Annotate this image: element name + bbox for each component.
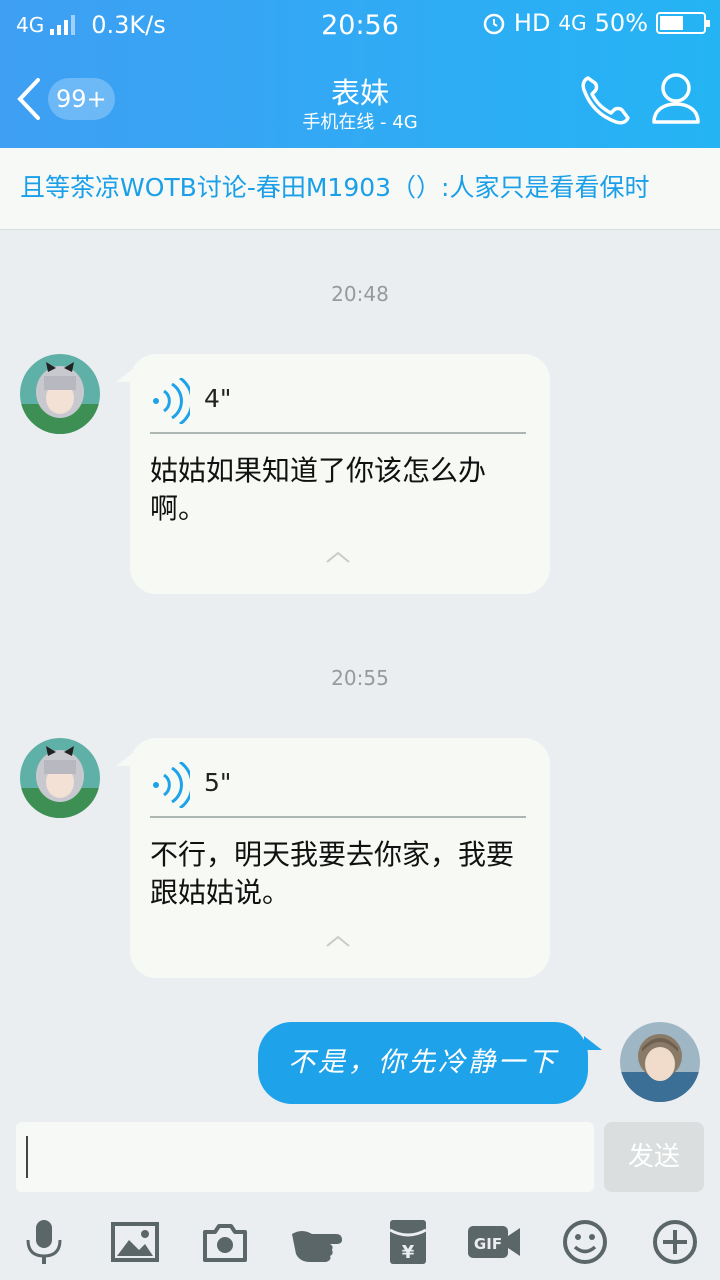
voice-duration: 5": [204, 768, 232, 797]
phone-icon[interactable]: [578, 72, 632, 126]
bubble-tail: [116, 752, 134, 766]
voice-wave-icon[interactable]: [150, 762, 190, 808]
voice-player[interactable]: 5": [150, 754, 526, 818]
chat-nav: 99+ 表妹 手机在线 - 4G: [0, 50, 720, 148]
alarm-icon: [483, 13, 505, 35]
message-timestamp: 20:55: [331, 666, 389, 690]
contact-avatar[interactable]: [20, 738, 100, 818]
my-avatar[interactable]: [620, 1022, 700, 1102]
bubble-tail: [584, 1036, 602, 1050]
svg-text:GIF: GIF: [474, 1235, 502, 1253]
emoji-icon[interactable]: [561, 1218, 609, 1266]
group-topic-banner[interactable]: 且等茶凉WOTB讨论-春田M1903（）:人家只是看看保时: [0, 148, 720, 230]
red-packet-icon[interactable]: ¥: [384, 1218, 432, 1266]
plus-icon[interactable]: [651, 1218, 699, 1266]
svg-text:¥: ¥: [402, 1242, 415, 1263]
battery-percent: 50%: [594, 9, 648, 37]
app-header: 4G 0.3K/s 20:56 HD 4G 50% 99+ 表妹 手机在线 - …: [0, 0, 720, 148]
message-input[interactable]: [16, 1122, 594, 1192]
poke-icon[interactable]: [290, 1218, 346, 1266]
contact-avatar[interactable]: [20, 354, 100, 434]
network-right-label: 4G: [558, 11, 587, 35]
bubble-tail: [116, 368, 134, 382]
profile-icon[interactable]: [650, 70, 702, 126]
voice-player[interactable]: 4": [150, 370, 526, 434]
input-toolbar: ¥ GIF: [0, 1212, 720, 1280]
image-icon[interactable]: [111, 1218, 159, 1266]
status-right: HD 4G 50%: [482, 9, 710, 37]
voice-transcript: 不行，明天我要去你家，我要跟姑姑说。: [150, 838, 515, 909]
chevron-up-icon[interactable]: [325, 550, 351, 564]
status-bar: 4G 0.3K/s 20:56 HD 4G 50%: [0, 0, 720, 50]
camera-icon[interactable]: [201, 1218, 249, 1266]
voice-message-bubble[interactable]: 4" 姑姑如果知道了你该怎么办啊。: [116, 354, 550, 594]
voice-message-bubble[interactable]: 5" 不行，明天我要去你家，我要跟姑姑说。: [116, 738, 550, 978]
message-timestamp: 20:48: [331, 282, 389, 306]
voice-wave-icon[interactable]: [150, 378, 190, 424]
voice-transcript: 姑姑如果知道了你该怎么办啊。: [150, 454, 487, 525]
outgoing-message-bubble[interactable]: 不是，你先冷静一下: [258, 1022, 602, 1104]
chevron-up-icon[interactable]: [325, 934, 351, 948]
outgoing-message-text: 不是，你先冷静一下: [288, 1047, 558, 1078]
gif-icon[interactable]: GIF: [466, 1218, 522, 1266]
voice-duration: 4": [204, 384, 232, 413]
battery-icon: [656, 12, 710, 34]
microphone-icon[interactable]: [20, 1218, 68, 1266]
send-button[interactable]: 发送: [604, 1122, 704, 1192]
hd-label: HD: [513, 9, 551, 37]
text-caret: [26, 1136, 28, 1178]
